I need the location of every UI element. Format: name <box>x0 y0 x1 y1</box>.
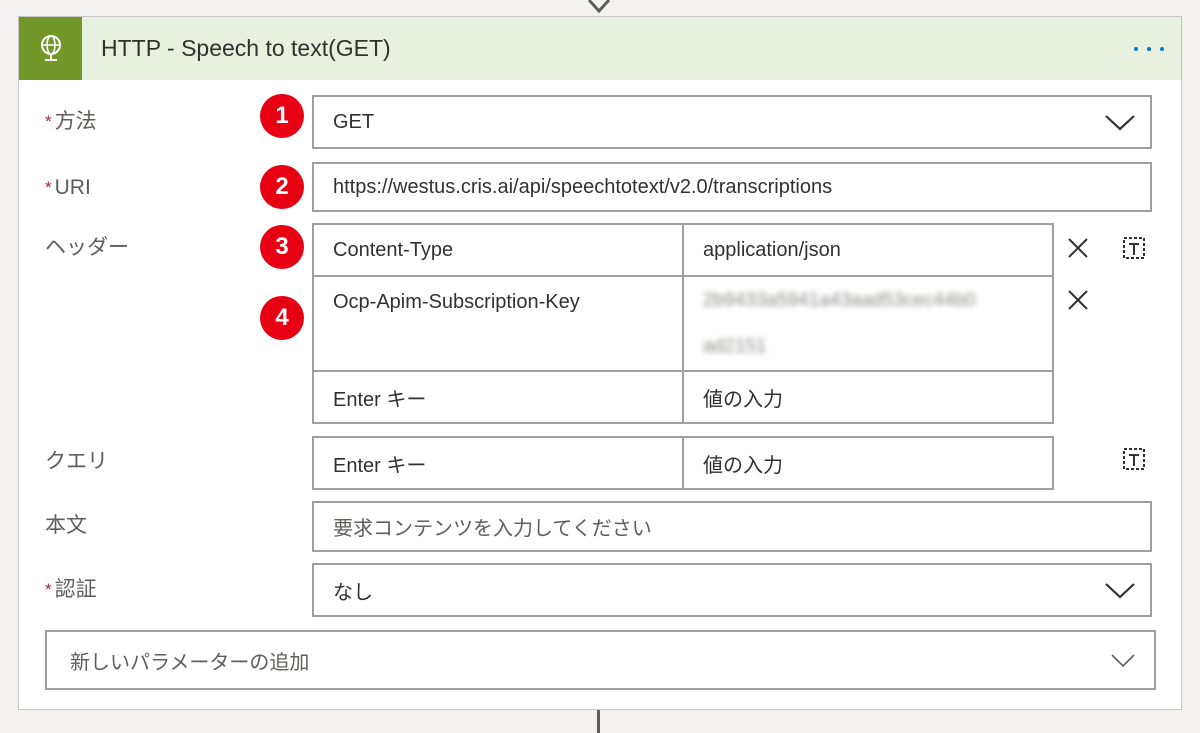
header-key-cell[interactable]: Ocp-Apim-Subscription-Key <box>314 277 682 327</box>
delete-row-icon[interactable] <box>1066 288 1090 312</box>
globe-icon <box>40 34 61 61</box>
body-input[interactable]: 要求コンテンツを入力してください <box>312 501 1152 552</box>
query-key-input[interactable]: Enter キー <box>314 438 682 488</box>
header-value-input[interactable]: 値の入力 <box>684 372 1052 422</box>
key-placeholder: Enter キー <box>333 388 427 411</box>
header-key-cell[interactable]: Content-Type <box>314 225 682 275</box>
flow-arrow-icon <box>587 0 611 14</box>
header-key-input[interactable]: Enter キー <box>314 372 682 422</box>
chevron-down-icon <box>1105 583 1135 599</box>
query-value-input[interactable]: 値の入力 <box>684 438 1052 488</box>
value-placeholder: 値の入力 <box>703 454 783 477</box>
header-key: Ocp-Apim-Subscription-Key <box>333 290 580 313</box>
subscription-key-value: 2b9433a5941a43aad53cec44b0 <box>703 289 976 311</box>
auth-value: なし <box>333 581 373 604</box>
auth-label: * 認証 <box>45 575 97 605</box>
card-title: HTTP - Speech to text(GET) <box>101 35 391 61</box>
flow-connector-line <box>597 710 600 733</box>
body-label: 本文 <box>45 514 87 537</box>
chevron-down-icon <box>1111 654 1135 668</box>
switch-to-text-mode-icon[interactable] <box>1120 445 1148 473</box>
header-key: Content-Type <box>333 238 454 261</box>
required-mark: * <box>45 112 52 131</box>
more-options-icon[interactable] <box>1131 37 1167 61</box>
delete-row-icon[interactable] <box>1066 236 1090 260</box>
method-label-text: 方法 <box>54 110 97 133</box>
subscription-key-value: ad2151 <box>703 335 767 357</box>
headers-table: Content-Type application/json Ocp-Apim-S… <box>312 223 1054 424</box>
header-value-cell[interactable]: 2b9433a5941a43aad53cec44b0 ad2151 <box>684 277 1052 370</box>
header-value-cell[interactable]: application/json <box>684 225 1052 275</box>
key-placeholder: Enter キー <box>333 454 427 477</box>
annotation-badge-1: 1 <box>260 94 304 138</box>
headers-label: ヘッダー <box>45 236 129 259</box>
method-value: GET <box>333 110 375 133</box>
auth-dropdown[interactable]: なし <box>312 563 1152 617</box>
auth-label-text: 認証 <box>54 578 97 601</box>
method-label: * 方法 <box>45 107 97 137</box>
switch-to-text-mode-icon[interactable] <box>1120 234 1148 262</box>
body-placeholder: 要求コンテンツを入力してください <box>333 518 652 540</box>
card-header[interactable]: HTTP - Speech to text(GET) <box>19 17 1181 80</box>
required-mark: * <box>45 178 52 197</box>
action-icon-box <box>19 17 82 80</box>
add-parameter-dropdown[interactable]: 新しいパラメーターの追加 <box>45 630 1156 690</box>
annotation-badge-3: 3 <box>260 225 304 269</box>
query-label: クエリ <box>45 450 108 473</box>
http-action-card: HTTP - Speech to text(GET) * 方法 GET * URI … <box>18 16 1182 710</box>
uri-label-text: URI <box>54 176 91 199</box>
required-mark: * <box>45 580 52 599</box>
annotation-badge-4: 4 <box>260 296 304 340</box>
header-value: application/json <box>703 238 841 261</box>
query-table: Enter キー 値の入力 <box>312 436 1054 490</box>
add-parameter-placeholder: 新しいパラメーターの追加 <box>70 651 310 674</box>
annotation-badge-2: 2 <box>260 165 304 209</box>
chevron-down-icon <box>1105 115 1135 131</box>
method-dropdown[interactable]: GET <box>312 95 1152 149</box>
uri-input[interactable]: https://westus.cris.ai/api/speechtotext/… <box>312 162 1152 212</box>
value-placeholder: 値の入力 <box>703 388 783 411</box>
uri-label: * URI <box>45 173 91 203</box>
uri-value: https://westus.cris.ai/api/speechtotext/… <box>333 175 833 198</box>
